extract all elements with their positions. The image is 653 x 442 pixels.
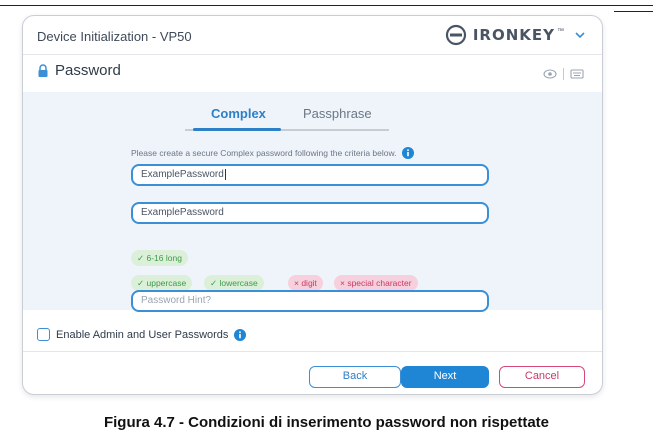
check-lowercase-badge: ✓ lowercase bbox=[204, 275, 264, 291]
cancel-button[interactable]: Cancel bbox=[499, 366, 585, 388]
text-caret bbox=[224, 169, 226, 180]
footer-separator bbox=[23, 351, 602, 352]
title-separator bbox=[23, 54, 602, 55]
info-icon[interactable] bbox=[401, 147, 414, 159]
section-title: Password bbox=[55, 62, 121, 79]
admin-user-checkbox[interactable] bbox=[37, 328, 50, 341]
view-toggles bbox=[543, 68, 584, 80]
check-special-badge: × special character bbox=[334, 275, 418, 291]
brand-name: IRONKEY bbox=[472, 26, 555, 44]
admin-user-option[interactable]: Enable Admin and User Passwords bbox=[37, 328, 247, 341]
tab-complex[interactable]: Complex bbox=[211, 106, 266, 121]
info-icon[interactable] bbox=[234, 328, 247, 341]
page-top-rule bbox=[0, 5, 653, 6]
brand-menu[interactable]: IRONKEY ™ bbox=[445, 24, 586, 46]
section-header: Password bbox=[37, 62, 121, 79]
confirm-password-field[interactable]: ExamplePassword bbox=[131, 202, 489, 224]
ironkey-logo-icon bbox=[445, 24, 466, 46]
brand-trademark: ™ bbox=[557, 27, 564, 35]
toggle-divider bbox=[563, 68, 564, 80]
password-value: ExamplePassword bbox=[141, 169, 224, 181]
title-bar: Device Initialization - VP50 IRONKEY ™ bbox=[23, 16, 602, 54]
figure-caption: Figura 4.7 - Condizioni di inserimento p… bbox=[103, 414, 550, 431]
back-button[interactable]: Back bbox=[309, 366, 401, 388]
page-top-rule-right bbox=[614, 11, 653, 12]
window-title: Device Initialization - VP50 bbox=[37, 29, 192, 44]
device-init-window: Device Initialization - VP50 IRONKEY ™ P… bbox=[22, 15, 603, 395]
check-digit-badge: × digit bbox=[288, 275, 323, 291]
keyboard-icon[interactable] bbox=[570, 68, 584, 80]
tab-passphrase[interactable]: Passphrase bbox=[303, 106, 372, 121]
password-field[interactable]: ExamplePassword bbox=[131, 164, 489, 186]
password-hint-placeholder: Password Hint? bbox=[141, 295, 212, 306]
lock-icon bbox=[38, 63, 48, 77]
password-hint-field[interactable]: Password Hint? bbox=[131, 290, 489, 312]
password-panel: Complex Passphrase Please create a secur… bbox=[23, 92, 602, 312]
chevron-down-icon[interactable] bbox=[574, 29, 586, 41]
eye-icon[interactable] bbox=[543, 68, 557, 80]
confirm-password-value: ExamplePassword bbox=[141, 207, 224, 218]
next-button[interactable]: Next bbox=[401, 366, 489, 388]
check-length-badge: ✓ 6-16 long bbox=[131, 250, 188, 266]
admin-user-label: Enable Admin and User Passwords bbox=[56, 328, 229, 341]
criteria-instruction: Please create a secure Complex password … bbox=[131, 147, 414, 159]
criteria-text: Please create a secure Complex password … bbox=[131, 148, 397, 158]
check-uppercase-badge: ✓ uppercase bbox=[131, 275, 193, 291]
tab-active-indicator bbox=[193, 128, 281, 131]
password-type-tabs: Complex Passphrase bbox=[185, 100, 389, 131]
